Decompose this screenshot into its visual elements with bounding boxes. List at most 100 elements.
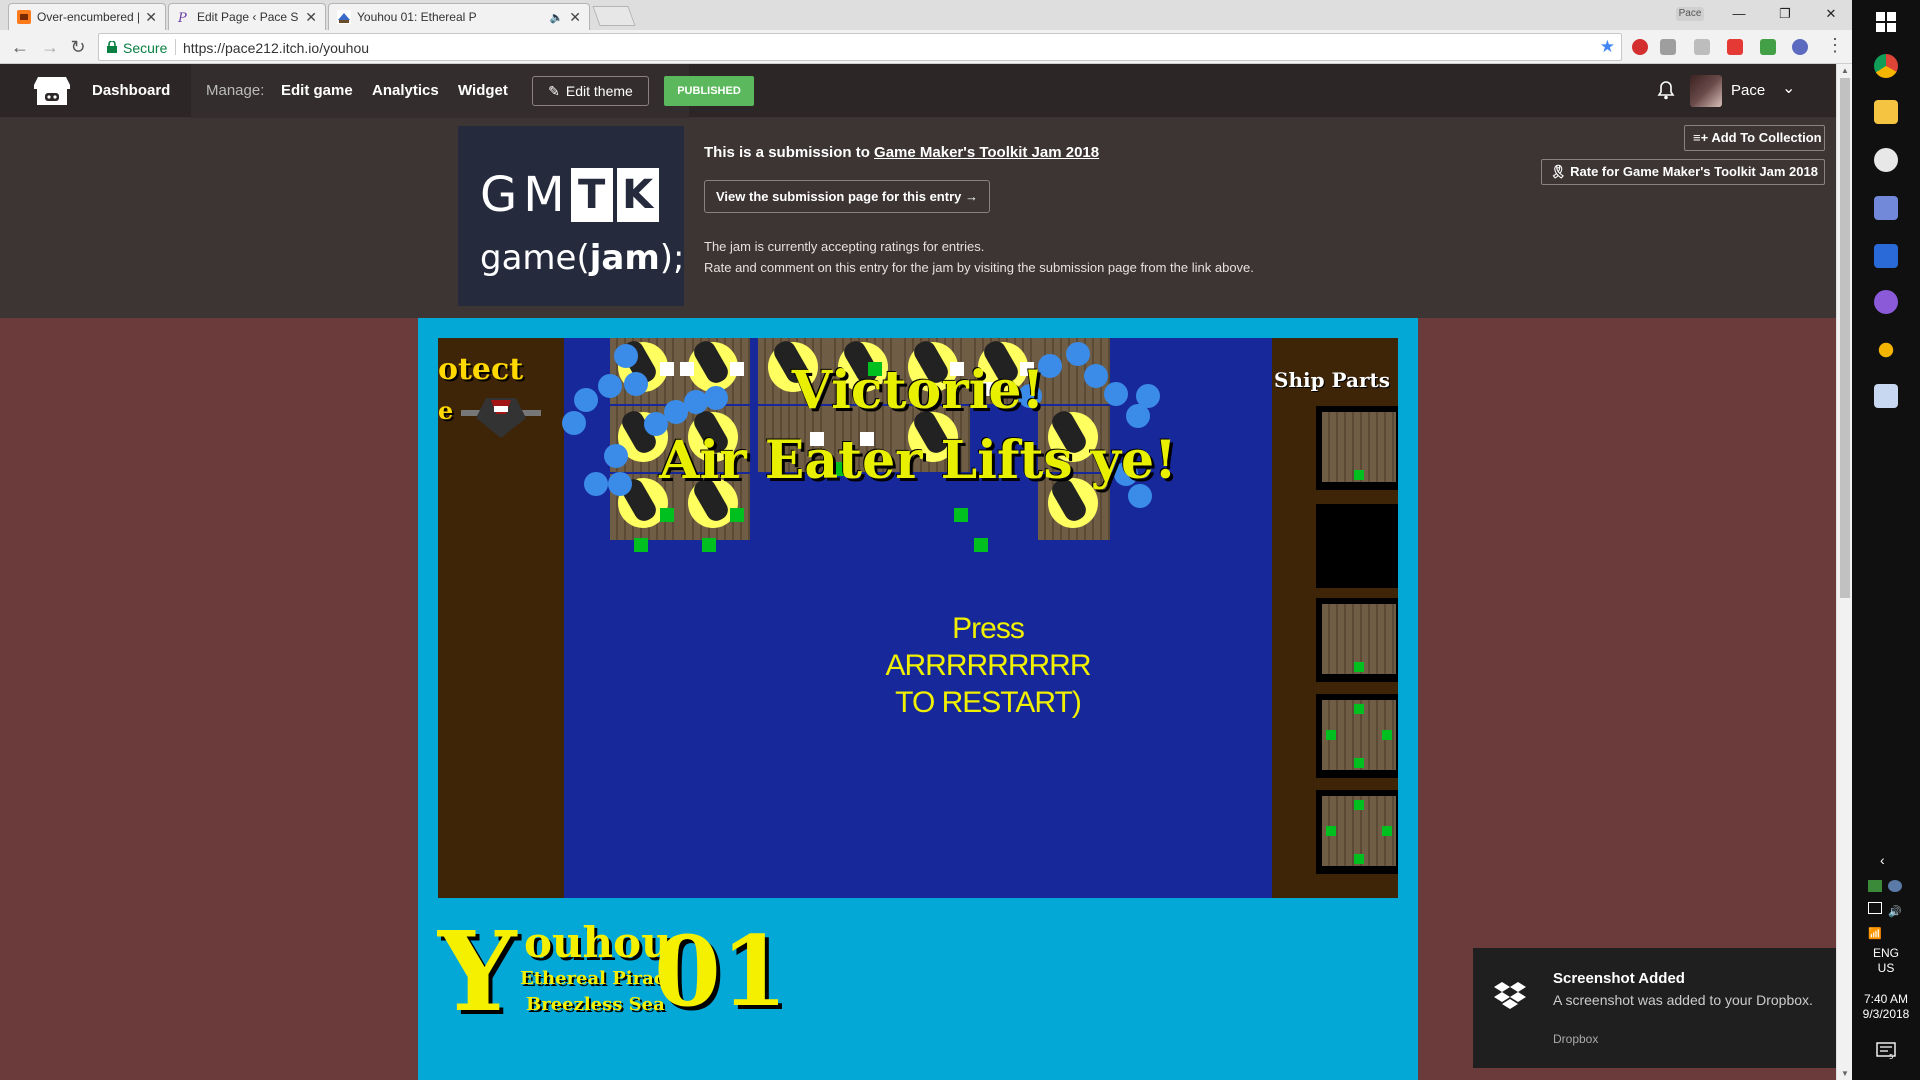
restore-icon[interactable]: ❐ (1762, 0, 1808, 28)
battery-icon[interactable] (1868, 902, 1882, 914)
tray-expand-icon[interactable]: ‹ (1880, 852, 1885, 868)
analytics-link[interactable]: Analytics (372, 82, 439, 99)
tab-title: Youhou 01: Ethereal P (357, 10, 477, 24)
close-tab-icon[interactable]: ✕ (569, 9, 581, 26)
green-block (660, 508, 674, 522)
notification-count: 5 (1889, 1053, 1893, 1060)
dropbox-icon (1494, 982, 1526, 1009)
omnibox-divider (175, 39, 176, 55)
gmtk-sub-bold: jam (589, 238, 660, 278)
jam-name-link[interactable]: Game Maker's Toolkit Jam 2018 (874, 144, 1099, 161)
scroll-thumb[interactable] (1840, 78, 1850, 598)
gmtk-letter-g: G (480, 167, 520, 223)
edit-game-link[interactable]: Edit game (281, 82, 353, 99)
dashboard-link[interactable]: Dashboard (92, 82, 170, 99)
scroll-up-icon[interactable]: ▲ (1841, 66, 1849, 75)
part-connector (1382, 730, 1392, 740)
browser-tab-3-active[interactable]: Youhou 01: Ethereal P 🔈 ✕ (328, 3, 590, 30)
jam-note-line2: Rate and comment on this entry for the j… (704, 260, 1254, 275)
part-connector (1354, 758, 1364, 768)
gmtk-jam-logo[interactable]: G M T K game(jam); (458, 126, 685, 306)
part-connector (1354, 854, 1364, 864)
secure-label: Secure (123, 40, 168, 56)
windows-start-icon[interactable] (1876, 12, 1896, 32)
globe-extension-icon[interactable] (1792, 39, 1808, 55)
green-block (954, 508, 968, 522)
tab-title: Over-encumbered | Idjam (37, 10, 140, 24)
ship-part-slot-empty[interactable] (1316, 504, 1398, 588)
close-tab-icon[interactable]: ✕ (145, 9, 157, 26)
chrome-taskbar-icon[interactable] (1874, 54, 1898, 78)
minimize-icon[interactable]: — (1716, 0, 1762, 28)
edit-theme-label: Edit theme (565, 83, 633, 99)
language-indicator[interactable]: ENG US (1852, 946, 1920, 976)
ship-part-slot[interactable] (1316, 694, 1398, 778)
part-connector (1354, 470, 1364, 480)
remote-desktop-icon[interactable] (1874, 384, 1898, 408)
network-app-icon[interactable] (1874, 244, 1898, 268)
discord-icon[interactable] (1874, 196, 1898, 220)
edit-theme-button[interactable]: ✎ Edit theme (532, 76, 649, 106)
restart-line-2: ARRRRRRRRR (885, 649, 1092, 682)
grammarly-extension-icon[interactable] (1660, 39, 1676, 55)
browser-tab-2[interactable]: P Edit Page ‹ Pace Smith — ✕ (168, 3, 326, 30)
gmtk-letter-k: K (616, 168, 659, 222)
steam-icon[interactable] (1888, 880, 1902, 892)
close-tab-icon[interactable]: ✕ (305, 9, 317, 26)
extension-icon[interactable] (1694, 39, 1710, 55)
dropbox-notification[interactable]: Screenshot Added A screenshot was added … (1473, 948, 1836, 1068)
file-explorer-icon[interactable] (1874, 100, 1898, 124)
volume-icon[interactable]: 🔊 (1888, 902, 1902, 918)
browser-tab-strip: Over-encumbered | Idjam ✕ P Edit Page ‹ … (0, 0, 1852, 30)
submission-prefix: This is a submission to (704, 144, 875, 161)
green-block (702, 538, 716, 552)
user-name[interactable]: Pace (1731, 82, 1765, 99)
gmtk-subtitle: game(jam); (480, 238, 685, 278)
itch-logo-icon[interactable] (34, 75, 70, 107)
new-tab-button[interactable] (592, 6, 636, 26)
gmtk-letter-m: M (523, 167, 567, 223)
address-bar[interactable]: Secure https://pace212.itch.io/youhou ★ (98, 33, 1622, 61)
app-icon-small[interactable] (1878, 342, 1894, 358)
url-text[interactable]: https://pace212.itch.io/youhou (183, 40, 369, 56)
logo-subtitle-2: Breezless Sea (526, 994, 665, 1015)
chevron-down-icon[interactable]: ⌄ (1782, 78, 1795, 98)
wifi-icon[interactable]: 📶 (1868, 924, 1882, 940)
window-close-icon[interactable]: ✕ (1808, 0, 1854, 28)
app-icon[interactable] (1874, 290, 1898, 314)
muted-speaker-icon[interactable]: 🔈 (550, 11, 564, 24)
chrome-menu-icon[interactable]: ⋮ (1826, 35, 1844, 56)
scroll-down-icon[interactable]: ▼ (1841, 1069, 1849, 1078)
browser-tab-1[interactable]: Over-encumbered | Idjam ✕ (8, 3, 166, 30)
bookmark-star-icon[interactable]: ★ (1600, 37, 1615, 57)
action-center-icon[interactable]: 5 (1876, 1042, 1896, 1060)
rate-entry-button[interactable]: 🎗 Rate for Game Maker's Toolkit Jam 2018 (1541, 159, 1825, 185)
game-canvas[interactable]: otect e Victorie! Air Eater Lifts ye! Pr… (438, 338, 1398, 898)
view-submission-button[interactable]: View the submission page for this entry … (704, 180, 990, 213)
jam-banner: G M T K game(jam); This is a submission … (0, 118, 1836, 318)
part-connector (1354, 800, 1364, 810)
logo-word-ouhou: ouhou (524, 918, 672, 967)
widget-link[interactable]: Widget (458, 82, 508, 99)
itch-favicon-icon (17, 10, 31, 24)
ship-part-slot[interactable] (1316, 598, 1398, 682)
published-badge[interactable]: PUBLISHED (664, 76, 754, 106)
lastpass-extension-icon[interactable] (1727, 39, 1743, 55)
chrome-profile-button[interactable]: Pace (1676, 7, 1704, 21)
reload-icon[interactable]: ↻ (66, 35, 90, 59)
page-scrollbar[interactable]: ▲ ▼ (1836, 64, 1852, 1080)
itunes-icon[interactable] (1874, 148, 1898, 172)
clock[interactable]: 7:40 AM 9/3/2018 (1852, 992, 1920, 1022)
windows-taskbar: ‹ 🔊 📶 ENG US 7:40 AM 9/3/2018 5 (1852, 0, 1920, 1080)
forward-icon[interactable]: → (38, 35, 62, 59)
add-to-collection-button[interactable]: ≡+ Add To Collection (1684, 125, 1825, 151)
back-icon[interactable]: ← (8, 35, 32, 59)
tray-app-icon[interactable] (1868, 880, 1882, 892)
gmtk-sub-post: ); (659, 238, 685, 278)
adblock-extension-icon[interactable] (1632, 39, 1648, 55)
ship-part-slot[interactable] (1316, 406, 1398, 490)
chat-extension-icon[interactable] (1760, 39, 1776, 55)
notification-bell-icon[interactable] (1657, 80, 1675, 100)
ship-part-slot[interactable] (1316, 790, 1398, 874)
avatar[interactable] (1690, 75, 1722, 107)
